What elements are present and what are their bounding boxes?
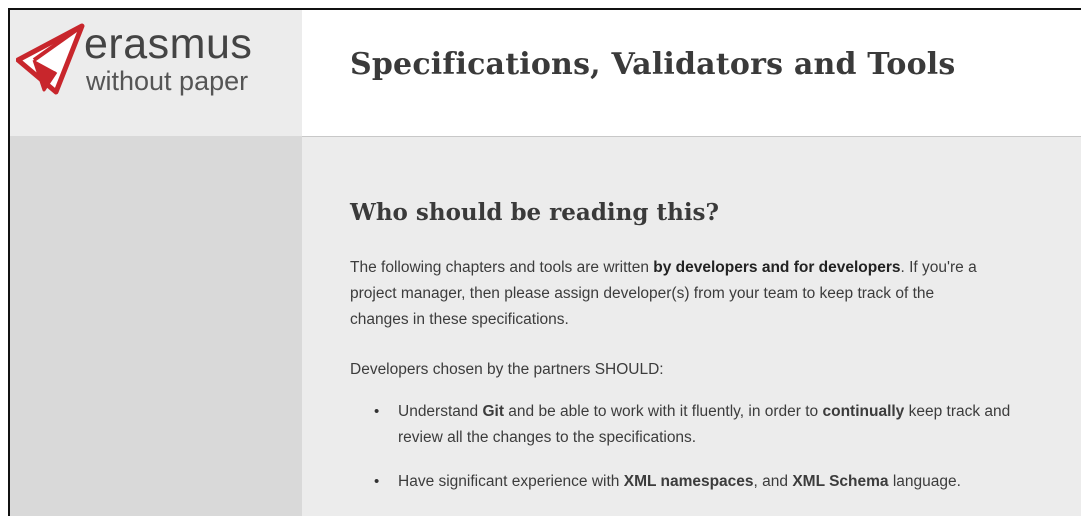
item-text: Have significant experience with <box>398 473 624 490</box>
item-text: Understand <box>398 403 483 420</box>
bullet-icon: • <box>374 403 380 420</box>
requirements-list: • Understand Git and be able to work wit… <box>350 399 1081 513</box>
lead-paragraph: Developers chosen by the partners SHOULD… <box>350 361 664 378</box>
section-heading: Who should be reading this? <box>350 199 719 226</box>
item-bold: Git <box>482 403 504 420</box>
item-text-line-2: review all the changes to the specificat… <box>398 429 697 446</box>
item-text: language. <box>888 473 961 490</box>
intro-line-2: project manager, then please assign deve… <box>350 285 935 302</box>
intro-bold: by developers and for developers <box>653 259 901 276</box>
browser-viewport: erasmus without paper Specifications, Va… <box>8 8 1081 516</box>
item-bold: XML namespaces <box>623 473 754 490</box>
item-bold: continually <box>822 403 905 420</box>
item-text: , and <box>753 473 793 490</box>
erasmus-without-paper-logo[interactable]: erasmus without paper <box>16 20 276 112</box>
intro-paragraph: The following chapters and tools are wri… <box>350 255 1081 333</box>
bullet-icon: • <box>374 473 380 490</box>
main-content: Who should be reading this? The followin… <box>302 137 1081 516</box>
item-text: keep track and <box>904 403 1011 420</box>
paper-plane-icon <box>16 23 85 95</box>
list-item: • Understand Git and be able to work wit… <box>350 399 1081 451</box>
intro-line-3: changes in these specifications. <box>350 311 569 328</box>
logo-area[interactable]: erasmus without paper <box>10 10 302 136</box>
logo-text-erasmus: erasmus <box>84 20 253 68</box>
logo-text-without-paper: without paper <box>86 66 249 96</box>
item-text: and be able to work with it fluently, in… <box>503 403 823 420</box>
intro-text: The following chapters and tools are wri… <box>350 259 654 276</box>
list-item: • Have significant experience with XML n… <box>350 469 1081 495</box>
page-header: Specifications, Validators and Tools <box>302 10 1081 137</box>
intro-text-end: . If you're a <box>900 259 977 276</box>
sidebar <box>10 136 302 516</box>
item-bold: XML Schema <box>792 473 889 490</box>
page-title: Specifications, Validators and Tools <box>350 47 956 82</box>
